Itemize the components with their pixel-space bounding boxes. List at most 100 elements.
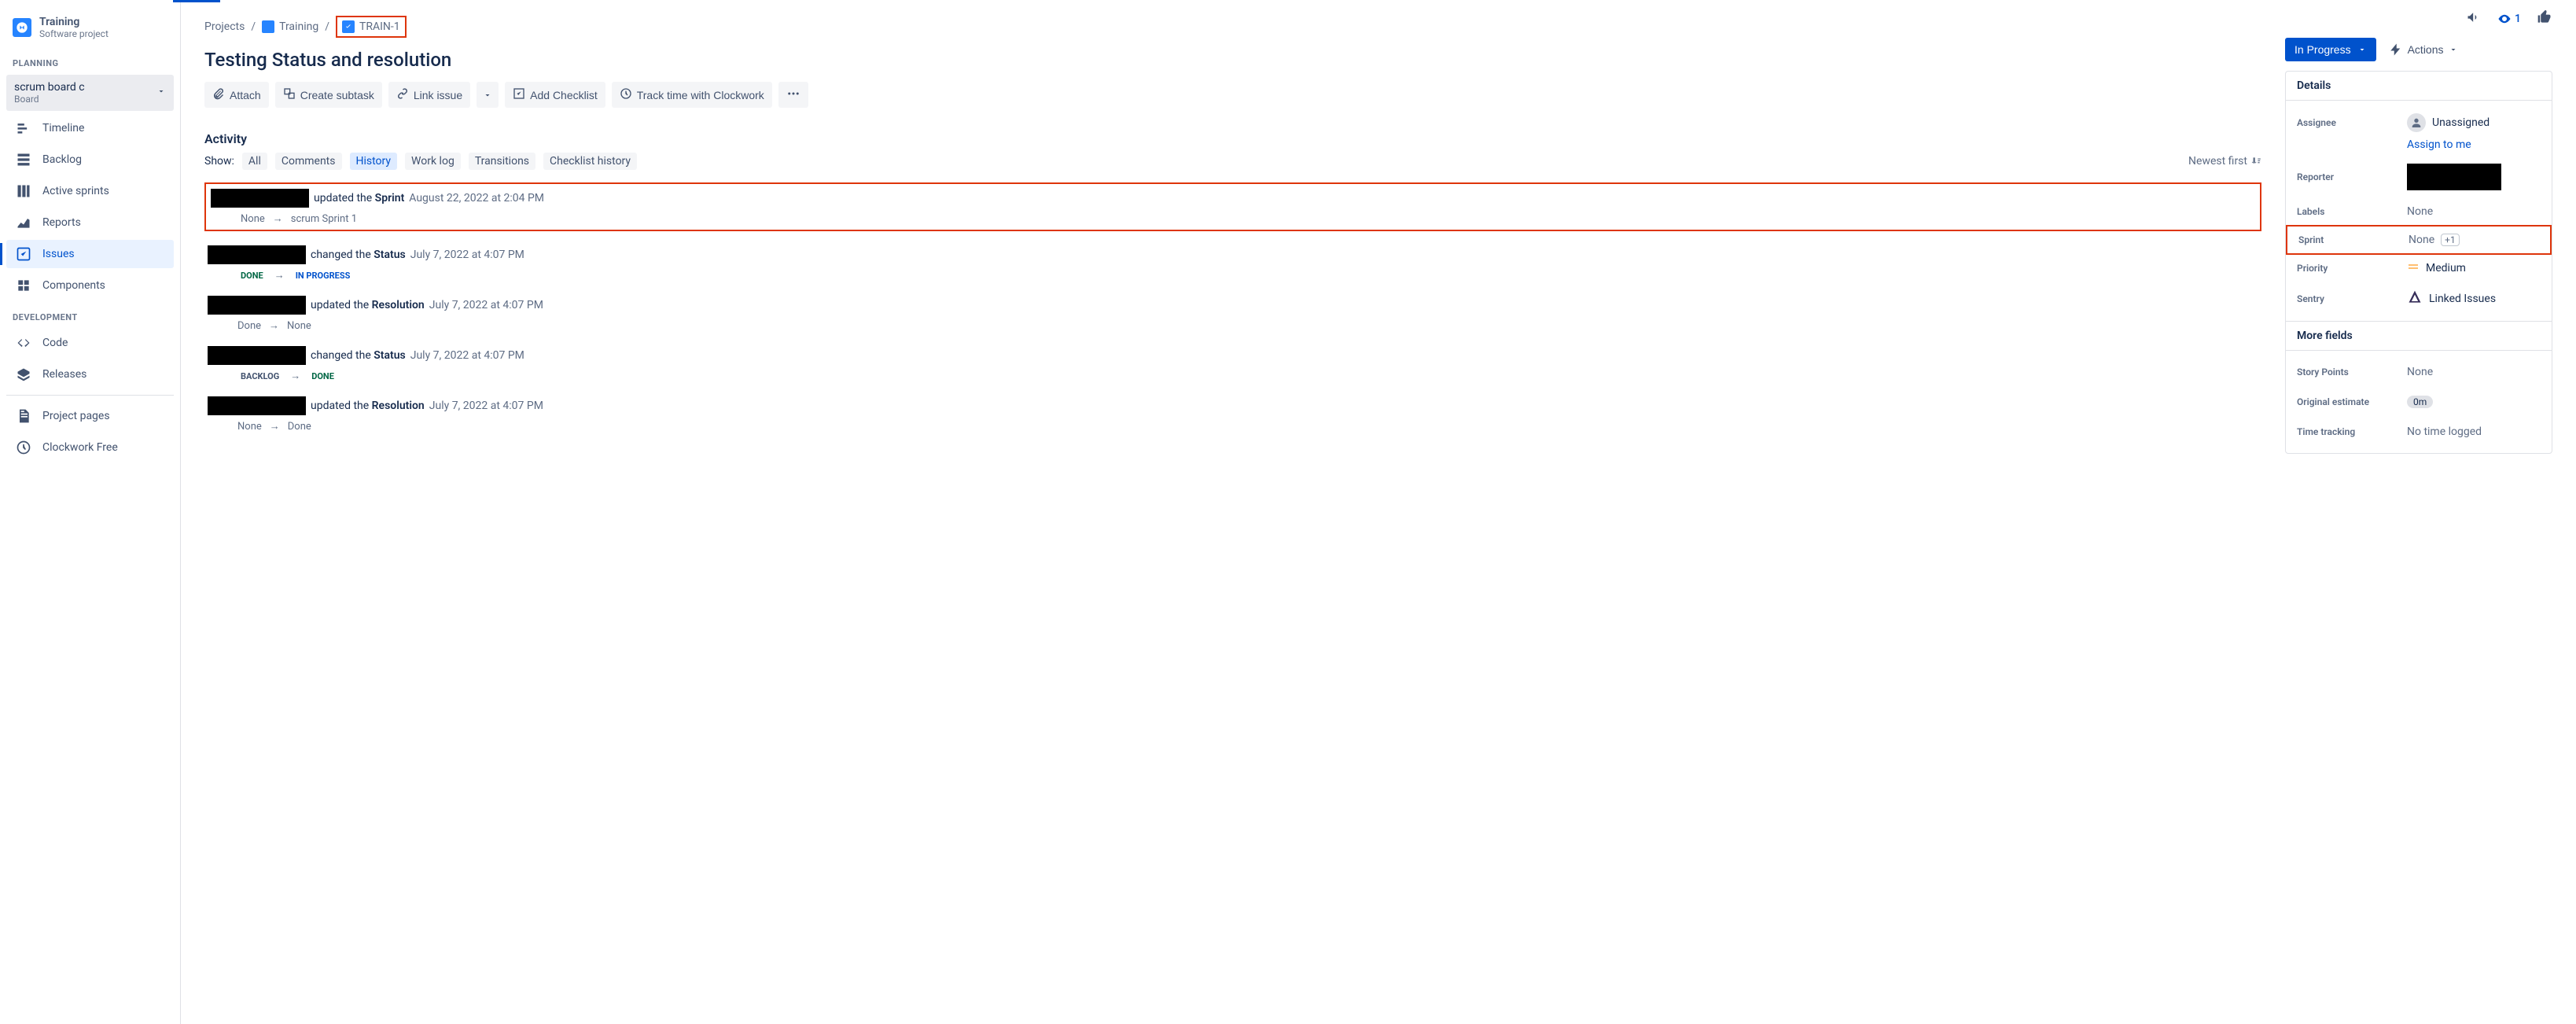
track-time-button[interactable]: Track time with Clockwork	[612, 82, 772, 108]
field-priority[interactable]: Priority Medium	[2286, 253, 2552, 283]
board-name: scrum board c	[14, 81, 85, 94]
sidebar-item-clockwork[interactable]: Clockwork Free	[6, 433, 174, 462]
nav-label: Code	[42, 337, 68, 349]
watch-button[interactable]: 1	[2497, 12, 2521, 26]
field-original-estimate[interactable]: Original estimate 0m	[2286, 387, 2552, 417]
top-actions: 1	[2285, 9, 2552, 28]
nav-label: Reports	[42, 216, 81, 229]
status-button[interactable]: In Progress	[2285, 38, 2376, 61]
project-header[interactable]: Training Software project	[6, 9, 174, 46]
nav-label: Project pages	[42, 410, 110, 422]
sidebar-item-backlog[interactable]: Backlog	[6, 145, 174, 174]
project-subtitle: Software project	[39, 28, 109, 39]
attach-button[interactable]: Attach	[204, 82, 269, 108]
nav-label: Backlog	[42, 153, 82, 166]
watch-count: 1	[2515, 13, 2521, 25]
tab-comments[interactable]: Comments	[275, 153, 342, 170]
link-icon	[396, 87, 409, 102]
breadcrumb-issue-key: TRAIN-1	[359, 20, 400, 33]
show-label: Show:	[204, 155, 234, 168]
sidebar-item-issues[interactable]: Issues	[6, 240, 174, 268]
history-item: updated the Resolution July 7, 2022 at 4…	[204, 396, 2261, 433]
breadcrumb-projects[interactable]: Projects	[204, 20, 245, 33]
issues-icon	[16, 246, 31, 262]
sprint-extra-badge[interactable]: +1	[2441, 234, 2460, 246]
history-item: updated the Resolution July 7, 2022 at 4…	[204, 296, 2261, 332]
project-title: Training	[39, 16, 109, 28]
priority-medium-icon	[2407, 260, 2420, 276]
activity-title: Activity	[204, 131, 2261, 146]
timeline-icon	[16, 120, 31, 136]
field-story-points[interactable]: Story Points None	[2286, 357, 2552, 387]
tab-transitions[interactable]: Transitions	[469, 153, 535, 170]
clock-icon	[16, 440, 31, 455]
project-icon	[262, 20, 274, 33]
sidebar-item-components[interactable]: Components	[6, 271, 174, 300]
action-bar: Attach Create subtask Link issue	[204, 82, 2261, 108]
tab-worklog[interactable]: Work log	[405, 153, 461, 170]
issue-title[interactable]: Testing Status and resolution	[204, 49, 2261, 71]
field-sprint[interactable]: Sprint None +1	[2286, 225, 2552, 255]
tab-checklist[interactable]: Checklist history	[543, 153, 637, 170]
backlog-icon	[16, 152, 31, 168]
sidebar-item-reports[interactable]: Reports	[6, 208, 174, 237]
project-avatar-icon	[13, 18, 31, 37]
checklist-icon	[513, 87, 525, 102]
field-reporter[interactable]: Reporter	[2286, 157, 2552, 197]
more-actions-button[interactable]	[778, 82, 808, 108]
more-icon	[786, 87, 800, 103]
nav-label: Active sprints	[42, 185, 109, 197]
assign-to-me-link[interactable]: Assign to me	[2286, 138, 2552, 157]
sidebar: Training Software project PLANNING scrum…	[0, 0, 181, 1024]
details-header[interactable]: Details	[2286, 72, 2552, 101]
sort-icon	[2250, 156, 2261, 167]
sidebar-section-development: DEVELOPMENT	[6, 300, 174, 326]
newest-first-button[interactable]: Newest first	[2188, 155, 2261, 168]
nav-label: Components	[42, 279, 105, 292]
components-icon	[16, 278, 31, 293]
breadcrumb-project-name: Training	[279, 20, 318, 33]
link-issue-dropdown[interactable]	[477, 82, 499, 108]
sidebar-item-timeline[interactable]: Timeline	[6, 114, 174, 142]
field-sentry[interactable]: Sentry Linked Issues	[2286, 283, 2552, 315]
sidebar-item-active-sprints[interactable]: Active sprints	[6, 177, 174, 205]
sidebar-item-code[interactable]: Code	[6, 329, 174, 357]
tab-history[interactable]: History	[350, 153, 398, 170]
divider	[6, 395, 174, 396]
unassigned-avatar-icon	[2407, 113, 2426, 132]
tab-all[interactable]: All	[242, 153, 267, 170]
sidebar-section-planning: PLANNING	[6, 46, 174, 72]
nav-label: Issues	[42, 248, 75, 260]
chevron-down-icon	[2449, 45, 2458, 54]
user-redacted	[208, 346, 306, 365]
nav-label: Clockwork Free	[42, 441, 118, 454]
breadcrumb-project[interactable]: Training	[262, 20, 318, 33]
actions-dropdown[interactable]: Actions	[2383, 38, 2464, 61]
reporter-redacted	[2407, 164, 2501, 190]
like-button[interactable]	[2537, 9, 2552, 28]
sidebar-item-releases[interactable]: Releases	[6, 360, 174, 389]
link-issue-button[interactable]: Link issue	[388, 82, 470, 108]
chevron-down-icon	[483, 90, 492, 100]
field-time-tracking[interactable]: Time tracking No time logged	[2286, 417, 2552, 447]
user-redacted	[208, 296, 306, 315]
board-selector[interactable]: scrum board c Board	[6, 75, 174, 111]
breadcrumb: Projects / Training / TRAIN-1	[204, 9, 2261, 44]
board-icon	[16, 183, 31, 199]
sidebar-item-project-pages[interactable]: Project pages	[6, 402, 174, 430]
field-assignee[interactable]: Assignee Unassigned	[2286, 107, 2552, 138]
subtask-icon	[283, 87, 296, 102]
user-redacted	[208, 245, 306, 264]
history-item: updated the Sprint August 22, 2022 at 2:…	[204, 182, 2261, 231]
sentry-icon	[2407, 289, 2423, 308]
code-icon	[16, 335, 31, 351]
breadcrumb-issue[interactable]: TRAIN-1	[336, 16, 407, 38]
field-labels[interactable]: Labels None	[2286, 197, 2552, 227]
activity-filter: Show: All Comments History Work log Tran…	[204, 153, 2261, 170]
history-list: updated the Sprint August 22, 2022 at 2:…	[204, 182, 2261, 433]
more-fields-header[interactable]: More fields	[2286, 321, 2552, 351]
feedback-icon[interactable]	[2466, 9, 2482, 28]
nav-label: Releases	[42, 368, 86, 381]
create-subtask-button[interactable]: Create subtask	[275, 82, 382, 108]
add-checklist-button[interactable]: Add Checklist	[505, 82, 605, 108]
